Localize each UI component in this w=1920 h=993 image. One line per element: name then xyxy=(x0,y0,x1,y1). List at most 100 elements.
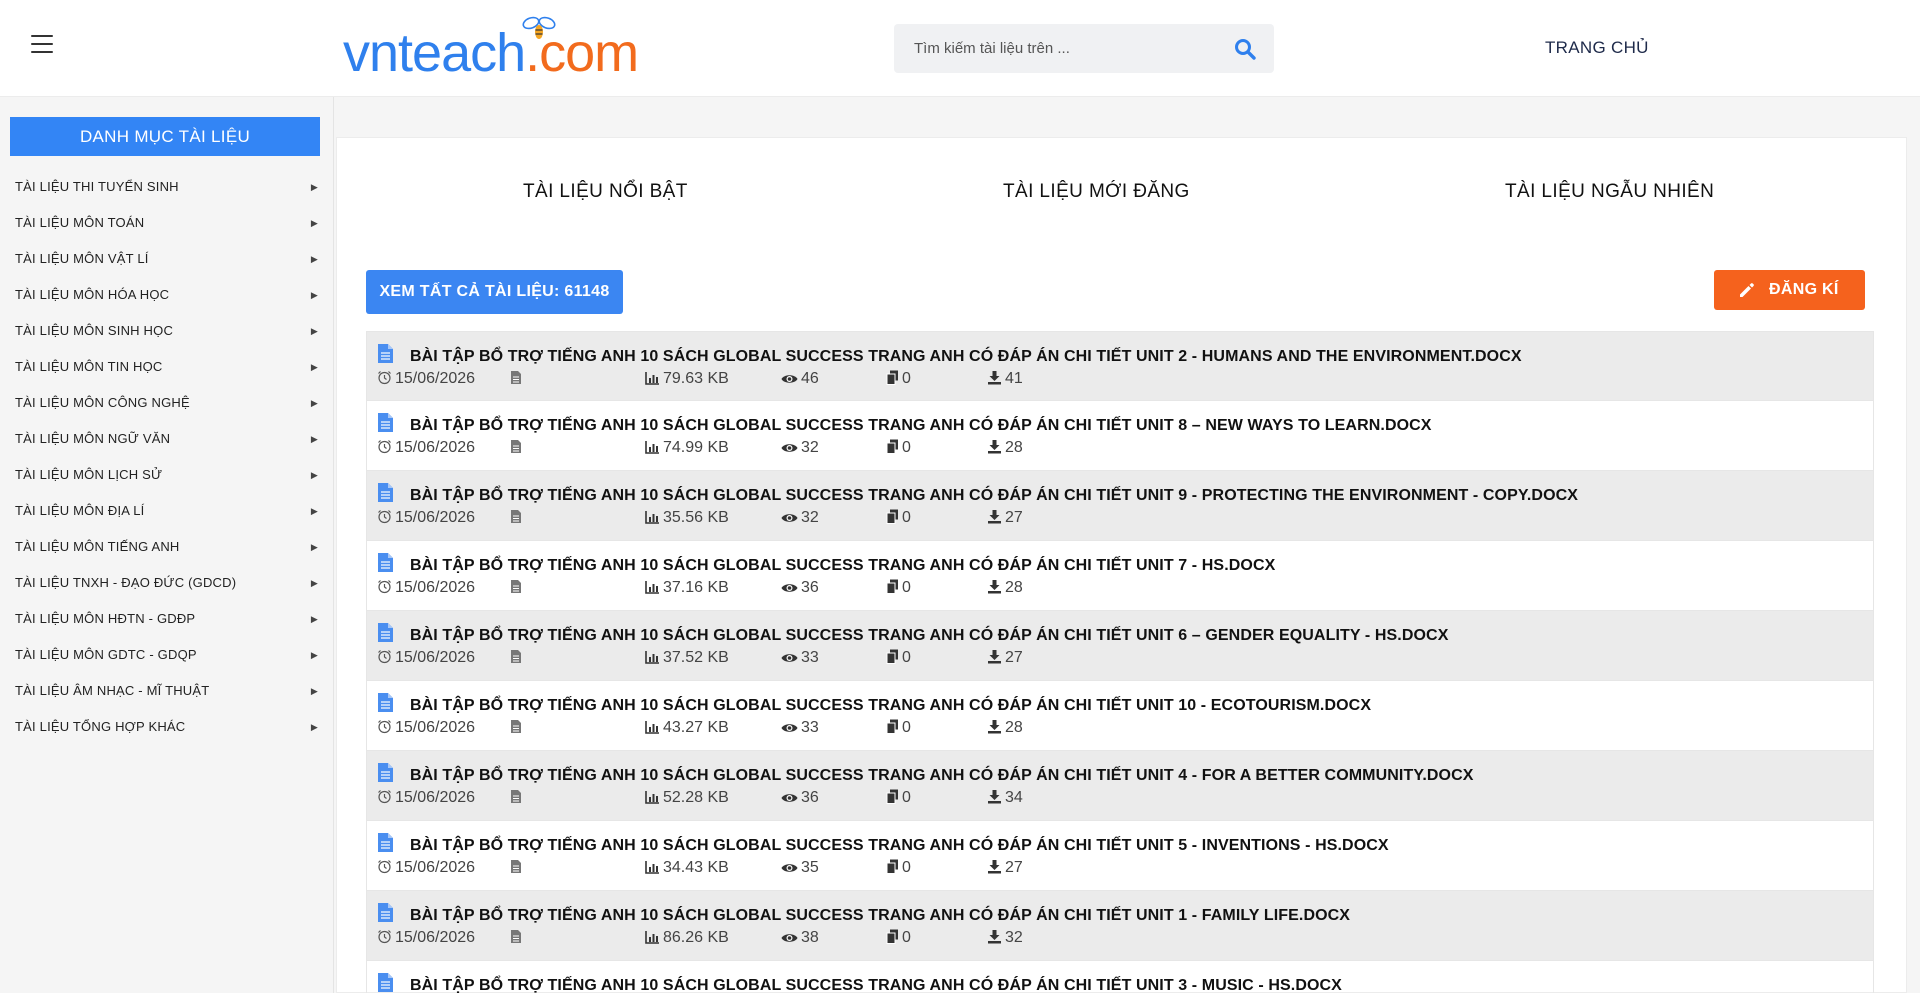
logo-text-main: vnteach xyxy=(343,23,526,83)
size-value: 86.26 KB xyxy=(663,929,729,946)
document-title-link[interactable]: BÀI TẬP BỔ TRỢ TIẾNG ANH 10 SÁCH GLOBAL … xyxy=(410,487,1578,505)
sidebar-item-toan[interactable]: TÀI LIỆU MÔN TOÁN ▶ xyxy=(0,205,320,241)
sidebar-item-cong-nghe[interactable]: TÀI LIỆU MÔN CÔNG NGHỆ ▶ xyxy=(0,385,320,421)
site-logo[interactable]: vnteach.com xyxy=(343,12,643,82)
document-list: BÀI TẬP BỔ TRỢ TIẾNG ANH 10 SÁCH GLOBAL … xyxy=(366,331,1874,993)
tab-newest[interactable]: TÀI LIỆU MỚI ĐĂNG xyxy=(1003,181,1190,203)
copy-icon xyxy=(886,509,898,524)
caret-right-icon: ▶ xyxy=(310,290,318,300)
copies-value: 0 xyxy=(902,929,911,946)
sidebar-item-label: TÀI LIỆU MÔN NGỮ VĂN xyxy=(15,431,171,446)
document-row: BÀI TẬP BỔ TRỢ TIẾNG ANH 10 SÁCH GLOBAL … xyxy=(366,331,1874,401)
view-all-documents-button[interactable]: XEM TẤT CẢ TÀI LIỆU: 61148 xyxy=(366,270,623,314)
sidebar-item-label: TÀI LIỆU TỔNG HỢP KHÁC xyxy=(15,719,186,734)
category-list: TÀI LIỆU THI TUYỂN SINH ▶ TÀI LIỆU MÔN TO… xyxy=(0,169,320,745)
sidebar-item-gdtc-gdqp[interactable]: TÀI LIỆU MÔN GDTC - GDQP ▶ xyxy=(0,637,320,673)
downloads-value: 28 xyxy=(1005,579,1023,596)
search-input[interactable] xyxy=(894,24,1224,73)
downloads-value: 41 xyxy=(1005,370,1023,387)
date-value: 15/06/2026 xyxy=(395,649,476,666)
alarm-clock-icon xyxy=(378,650,391,664)
register-button[interactable]: ĐĂNG KÍ xyxy=(1714,270,1865,310)
menu-icon[interactable] xyxy=(31,35,53,55)
upload-date: 15/06/2026 xyxy=(377,578,475,598)
views-value: 35 xyxy=(801,859,819,876)
sidebar-item-dia-li[interactable]: TÀI LIỆU MÔN ĐỊA LÍ ▶ xyxy=(0,493,320,529)
sidebar-item-vat-li[interactable]: TÀI LIỆU MÔN VẬT LÍ ▶ xyxy=(0,241,320,277)
tab-featured[interactable]: TÀI LIỆU NỔI BẬT xyxy=(523,181,688,203)
views-value: 32 xyxy=(801,439,819,456)
alarm-clock-icon xyxy=(378,930,391,944)
bar-chart-icon xyxy=(645,791,659,804)
sidebar-item-label: TÀI LIỆU MÔN TOÁN xyxy=(15,215,145,230)
date-value: 15/06/2026 xyxy=(395,579,476,596)
document-icon xyxy=(511,440,521,453)
date-value: 15/06/2026 xyxy=(395,509,476,526)
caret-right-icon: ▶ xyxy=(310,686,318,696)
document-title-link[interactable]: BÀI TẬP BỔ TRỢ TIẾNG ANH 10 SÁCH GLOBAL … xyxy=(410,348,1522,366)
nav-home-link[interactable]: TRANG CHỦ xyxy=(1545,38,1649,58)
copies-value: 0 xyxy=(902,579,911,596)
sidebar-item-tin-hoc[interactable]: TÀI LIỆU MÔN TIN HỌC ▶ xyxy=(0,349,320,385)
date-value: 15/06/2026 xyxy=(395,789,476,806)
sidebar-item-lich-su[interactable]: TÀI LIỆU MÔN LỊCH SỬ ▶ xyxy=(0,457,320,493)
copy-count: 0 xyxy=(886,648,911,668)
document-title-link[interactable]: BÀI TẬP BỔ TRỢ TIẾNG ANH 10 SÁCH GLOBAL … xyxy=(410,977,1342,993)
document-title-link[interactable]: BÀI TẬP BỔ TRỢ TIẾNG ANH 10 SÁCH GLOBAL … xyxy=(410,557,1275,575)
sidebar-item-tong-hop-khac[interactable]: TÀI LIỆU TỔNG HỢP KHÁC ▶ xyxy=(0,709,320,745)
sidebar-item-label: TÀI LIỆU MÔN TIẾNG ANH xyxy=(15,539,180,554)
document-title-link[interactable]: BÀI TẬP BỔ TRỢ TIẾNG ANH 10 SÁCH GLOBAL … xyxy=(410,837,1389,855)
alarm-clock-icon xyxy=(378,371,391,385)
document-title-link[interactable]: BÀI TẬP BỔ TRỢ TIẾNG ANH 10 SÁCH GLOBAL … xyxy=(410,907,1350,925)
copy-icon xyxy=(886,719,898,734)
view-count: 36 xyxy=(781,788,819,808)
file-size: 35.56 KB xyxy=(645,508,729,528)
document-title-link[interactable]: BÀI TẬP BỔ TRỢ TIẾNG ANH 10 SÁCH GLOBAL … xyxy=(410,697,1371,715)
document-icon xyxy=(511,650,521,663)
file-size: 52.28 KB xyxy=(645,788,729,808)
sidebar-item-label: TÀI LIỆU MÔN CÔNG NGHỆ xyxy=(15,395,190,410)
document-icon xyxy=(511,510,521,523)
sidebar-item-label: TÀI LIỆU MÔN ĐỊA LÍ xyxy=(15,503,145,518)
alarm-clock-icon xyxy=(378,790,391,804)
download-count: 27 xyxy=(987,858,1023,878)
caret-right-icon: ▶ xyxy=(310,434,318,444)
file-type xyxy=(510,508,525,528)
document-icon xyxy=(511,371,521,384)
sidebar-item-hdtn-gddp[interactable]: TÀI LIỆU MÔN HĐTN - GDĐP ▶ xyxy=(0,601,320,637)
size-value: 43.27 KB xyxy=(663,719,729,736)
sidebar-item-tnxh-dao-duc[interactable]: TÀI LIỆU TNXH - ĐẠO ĐỨC (GDCD) ▶ xyxy=(0,565,320,601)
document-title-link[interactable]: BÀI TẬP BỔ TRỢ TIẾNG ANH 10 SÁCH GLOBAL … xyxy=(410,627,1448,645)
download-icon xyxy=(988,860,1001,874)
download-icon xyxy=(988,440,1001,454)
eye-icon xyxy=(781,724,798,732)
views-value: 36 xyxy=(801,789,819,806)
sidebar-item-tieng-anh[interactable]: TÀI LIỆU MÔN TIẾNG ANH ▶ xyxy=(0,529,320,565)
file-type xyxy=(510,648,525,668)
sidebar-item-label: TÀI LIỆU MÔN LỊCH SỬ xyxy=(15,467,163,482)
bar-chart-icon xyxy=(645,861,659,874)
file-size: 43.27 KB xyxy=(645,718,729,738)
copy-count: 0 xyxy=(886,438,911,458)
file-type xyxy=(510,718,525,738)
file-text-icon xyxy=(378,763,393,782)
sidebar-item-thi-tuyen-sinh[interactable]: TÀI LIỆU THI TUYỂN SINH ▶ xyxy=(0,169,320,205)
tab-random[interactable]: TÀI LIỆU NGẪU NHIÊN xyxy=(1505,181,1714,203)
document-title-link[interactable]: BÀI TẬP BỔ TRỢ TIẾNG ANH 10 SÁCH GLOBAL … xyxy=(410,417,1432,435)
copy-count: 0 xyxy=(886,928,911,948)
caret-right-icon: ▶ xyxy=(310,722,318,732)
search-icon[interactable] xyxy=(1234,38,1256,60)
alarm-clock-icon xyxy=(378,580,391,594)
date-value: 15/06/2026 xyxy=(395,370,476,387)
document-title-link[interactable]: BÀI TẬP BỔ TRỢ TIẾNG ANH 10 SÁCH GLOBAL … xyxy=(410,767,1474,785)
sidebar-item-am-nhac-mi-thuat[interactable]: TÀI LIỆU ÂM NHẠC - MĨ THUẬT ▶ xyxy=(0,673,320,709)
views-value: 38 xyxy=(801,929,819,946)
caret-right-icon: ▶ xyxy=(310,578,318,588)
sidebar-item-hoa-hoc[interactable]: TÀI LIỆU MÔN HÓA HỌC ▶ xyxy=(0,277,320,313)
download-count: 34 xyxy=(987,788,1023,808)
sidebar-item-ngu-van[interactable]: TÀI LIỆU MÔN NGỮ VĂN ▶ xyxy=(0,421,320,457)
copy-count: 0 xyxy=(886,788,911,808)
date-value: 15/06/2026 xyxy=(395,439,476,456)
views-value: 33 xyxy=(801,649,819,666)
sidebar-item-sinh-hoc[interactable]: TÀI LIỆU MÔN SINH HỌC ▶ xyxy=(0,313,320,349)
